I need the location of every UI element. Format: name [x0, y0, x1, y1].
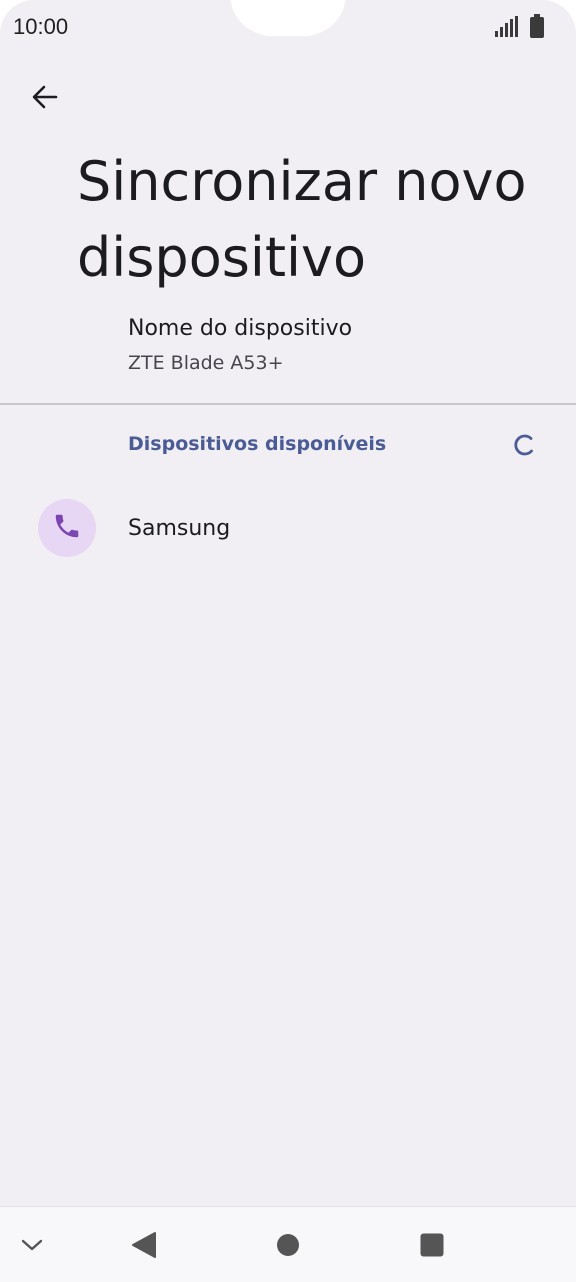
back-button[interactable] [22, 76, 68, 122]
recents-square-icon[interactable] [412, 1225, 452, 1265]
status-time: 10:00 [13, 14, 69, 39]
available-devices-header: Dispositivos disponíveis [128, 433, 387, 455]
chevron-down-icon[interactable] [16, 1229, 48, 1261]
device-name-setting[interactable]: Nome do dispositivo ZTE Blade A53+ [0, 298, 576, 402]
divider [0, 403, 576, 405]
battery-icon [530, 14, 544, 38]
navigation-bar [0, 1206, 576, 1282]
device-name-title: Nome do dispositivo [128, 316, 353, 341]
arrow-back-icon [30, 82, 60, 117]
phone-icon [52, 511, 82, 546]
back-triangle-icon[interactable] [124, 1225, 164, 1265]
home-circle-icon[interactable] [268, 1225, 308, 1265]
phone-screen: 10:00 Sincronizar novo dispositivo Nome … [0, 0, 576, 1282]
device-avatar [38, 499, 96, 557]
device-row-samsung[interactable]: Samsung [0, 488, 576, 572]
device-label: Samsung [128, 516, 231, 541]
device-name-value: ZTE Blade A53+ [128, 352, 284, 374]
signal-icon [494, 16, 518, 38]
spinner-icon [510, 431, 538, 459]
status-bar: 10:00 [0, 0, 576, 56]
page-title: Sincronizar novo dispositivo [77, 150, 527, 290]
